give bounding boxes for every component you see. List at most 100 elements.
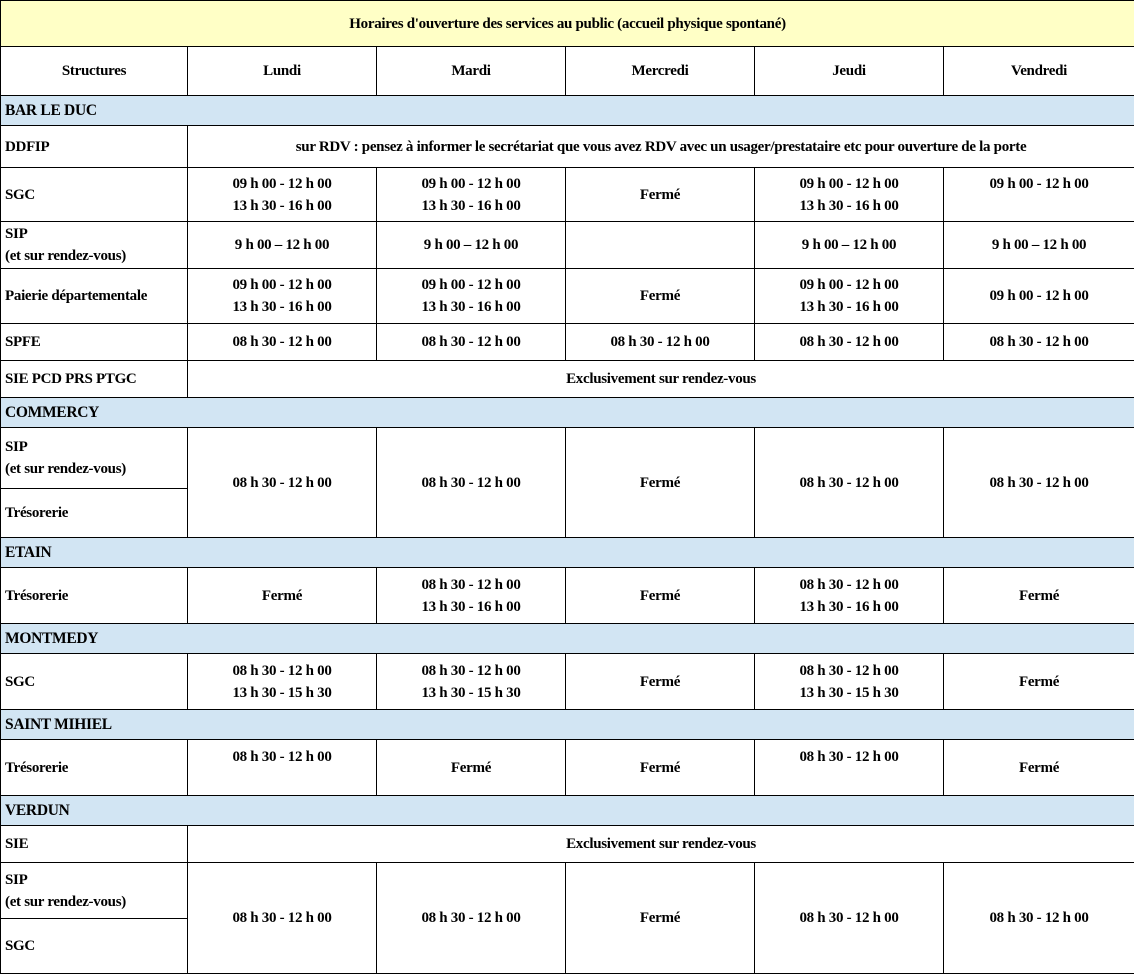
table-row: SIP (et sur rendez-vous) 08 h 30 - 12 h 0… (0, 427, 1134, 538)
hours-cell: 9 h 00 – 12 h 00 (376, 221, 566, 269)
label-line: SIP (5, 871, 28, 888)
label-line: (et sur rendez-vous) (5, 461, 126, 477)
structure-label: Trésorerie (0, 488, 188, 538)
hours-line: 09 h 00 - 12 h 00 (799, 277, 899, 293)
hours-line: 08 h 30 - 12 h 00 (799, 662, 899, 679)
hours-cell: Fermé (376, 739, 566, 796)
hours-cell: Fermé (565, 862, 755, 974)
label-line: (et sur rendez-vous) (5, 248, 126, 264)
group-row: VERDUN (0, 795, 1134, 826)
hours-cell: 08 h 30 - 12 h 00 (187, 323, 377, 361)
table-row: Trésorerie Fermé 08 h 30 - 12 h 00 13 h 3… (0, 567, 1134, 624)
hours-cell: 09 h 00 - 12 h 00 13 h 30 - 16 h 00 (376, 167, 566, 222)
structure-label: Paierie départementale (0, 268, 188, 324)
hours-cell: 08 h 30 - 12 h 00 (942, 323, 1134, 361)
hours-cell: 08 h 30 - 12 h 00 13 h 30 - 16 h 00 (754, 567, 944, 624)
hours-line: 09 h 00 - 12 h 00 (421, 277, 521, 293)
hours-line: 13 h 30 - 16 h 00 (421, 598, 521, 615)
hours-cell: Fermé (565, 739, 755, 796)
structure-label: SIE PCD PRS PTGC (0, 360, 188, 398)
hours-cell: 08 h 30 - 12 h 00 (187, 427, 377, 538)
table-row: SIE Exclusivement sur rendez-vous (0, 825, 1134, 863)
table-row: SPFE 08 h 30 - 12 h 00 08 h 30 - 12 h 00… (0, 323, 1134, 361)
hours-cell: 08 h 30 - 12 h 00 (565, 323, 755, 361)
title-row: Horaires d'ouverture des services au pub… (0, 0, 1134, 47)
hours-cell: 9 h 00 – 12 h 00 (942, 221, 1134, 269)
structure-label: SGC (0, 918, 188, 974)
group-row: BAR LE DUC (0, 95, 1134, 126)
group-row: MONTMEDY (0, 623, 1134, 654)
hours-cell: 08 h 30 - 12 h 00 (942, 427, 1134, 538)
hours-line: 08 h 30 - 12 h 00 (421, 576, 521, 593)
table-title: Horaires d'ouverture des services au pub… (0, 0, 1134, 47)
group-montmedy: MONTMEDY (0, 623, 1134, 654)
hours-cell: 9 h 00 – 12 h 00 (754, 221, 944, 269)
hours-cell: 08 h 30 - 12 h 00 (754, 323, 944, 361)
hours-table: Horaires d'ouverture des services au pub… (0, 0, 1134, 974)
hours-cell: Fermé (565, 167, 755, 222)
structure-label: SIP (et sur rendez-vous) (0, 427, 188, 489)
hours-line: 13 h 30 - 16 h 00 (799, 598, 899, 615)
table-row: Trésorerie 08 h 30 - 12 h 00 Fermé Fermé… (0, 739, 1134, 796)
hours-cell: 09 h 00 - 12 h 00 (942, 167, 1134, 222)
structure-label: SGC (0, 167, 188, 222)
header-mardi: Mardi (376, 46, 566, 96)
hours-cell: Fermé (565, 268, 755, 324)
header-row: Structures Lundi Mardi Mercredi Jeudi Ve… (0, 46, 1134, 96)
hours-cell: 08 h 30 - 12 h 00 13 h 30 - 15 h 30 (376, 653, 566, 710)
hours-cell: Fermé (565, 427, 755, 538)
group-row: ETAIN (0, 537, 1134, 568)
hours-line: 13 h 30 - 16 h 00 (421, 197, 521, 214)
hours-cell: Fermé (565, 567, 755, 624)
hours-cell: 08 h 30 - 12 h 00 (754, 427, 944, 538)
hours-cell: 09 h 00 - 12 h 00 13 h 30 - 16 h 00 (754, 167, 944, 222)
table-row: DDFIP sur RDV : pensez à informer le sec… (0, 125, 1134, 168)
hours-line: 13 h 30 - 15 h 30 (232, 684, 332, 701)
hours-cell: 08 h 30 - 12 h 00 (376, 862, 566, 974)
table-row: Paierie départementale 09 h 00 - 12 h 00… (0, 268, 1134, 324)
hours-cell (565, 221, 755, 269)
structure-label: Trésorerie (0, 567, 188, 624)
hours-cell: 09 h 00 - 12 h 00 (942, 268, 1134, 324)
structure-label: SIE (0, 825, 188, 863)
hours-line: 09 h 00 - 12 h 00 (232, 277, 332, 293)
hours-cell: 08 h 30 - 12 h 00 (754, 862, 944, 974)
hours-cell: Fermé (942, 567, 1134, 624)
hours-line: 13 h 30 - 16 h 00 (421, 299, 521, 315)
hours-cell: Fermé (942, 739, 1134, 796)
table-row: SIP (et sur rendez-vous) 9 h 00 – 12 h 00… (0, 221, 1134, 269)
hours-line: 13 h 30 - 16 h 00 (799, 299, 899, 315)
group-saint-mihiel: SAINT MIHIEL (0, 709, 1134, 740)
table-row: SGC 09 h 00 - 12 h 00 13 h 30 - 16 h 00 0… (0, 167, 1134, 222)
structure-label: DDFIP (0, 125, 188, 168)
hours-cell: 08 h 30 - 12 h 00 (187, 862, 377, 974)
hours-cell: 9 h 00 – 12 h 00 (187, 221, 377, 269)
table-row: SIP (et sur rendez-vous) 08 h 30 - 12 h 0… (0, 862, 1134, 974)
hours-line: 13 h 30 - 16 h 00 (799, 197, 899, 214)
group-row: SAINT MIHIEL (0, 709, 1134, 740)
group-bar-le-duc: BAR LE DUC (0, 95, 1134, 126)
ddfip-note: sur RDV : pensez à informer le secrétari… (186, 125, 1134, 168)
structure-label: Trésorerie (0, 739, 188, 796)
structure-label: SIP (et sur rendez-vous) (0, 862, 188, 919)
group-etain: ETAIN (0, 537, 1134, 568)
group-row: COMMERCY (0, 397, 1134, 428)
group-commercy: COMMERCY (0, 397, 1134, 428)
label-line: SIP (5, 226, 28, 242)
appointment-note: Exclusivement sur rendez-vous (186, 360, 1134, 398)
hours-line: 09 h 00 - 12 h 00 (232, 175, 332, 192)
structure-label: SIP (et sur rendez-vous) (0, 221, 188, 269)
hours-cell: 08 h 30 - 12 h 00 (942, 862, 1134, 974)
label-line: (et sur rendez-vous) (5, 893, 126, 910)
appointment-note: Exclusivement sur rendez-vous (186, 825, 1134, 863)
hours-cell: Fermé (942, 653, 1134, 710)
hours-line: 09 h 00 - 12 h 00 (421, 175, 521, 192)
hours-cell: 09 h 00 - 12 h 00 13 h 30 - 16 h 00 (187, 268, 377, 324)
header-mercredi: Mercredi (565, 46, 755, 96)
hours-cell: 08 h 30 - 12 h 00 (754, 739, 944, 796)
hours-cell: 08 h 30 - 12 h 00 13 h 30 - 16 h 00 (376, 567, 566, 624)
hours-line: 13 h 30 - 15 h 30 (799, 684, 899, 701)
group-verdun: VERDUN (0, 795, 1134, 826)
table-row: SIE PCD PRS PTGC Exclusivement sur rende… (0, 360, 1134, 398)
hours-cell: 08 h 30 - 12 h 00 (187, 739, 377, 796)
